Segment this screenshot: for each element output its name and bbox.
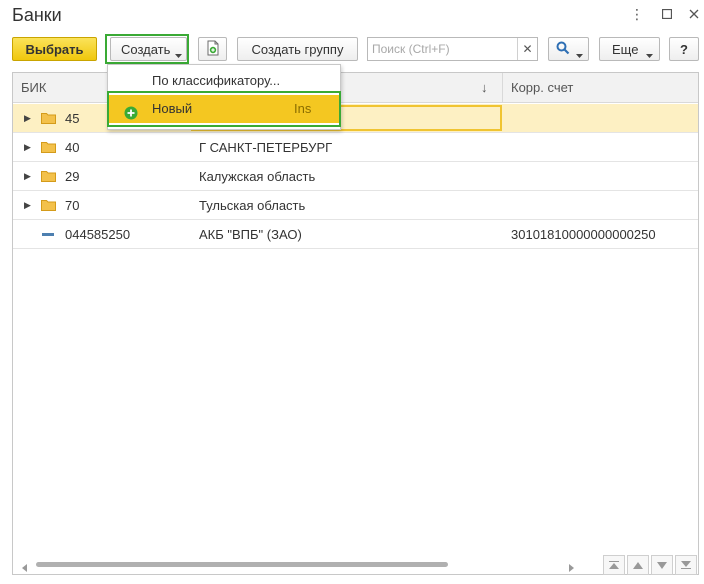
more-actions-icon[interactable]: ⋮ — [627, 4, 647, 24]
scroll-left-icon[interactable] — [22, 560, 27, 575]
cell-name: Калужская область — [199, 169, 316, 184]
horizontal-scrollbar-thumb[interactable] — [36, 562, 448, 567]
cell-name: Г САНКТ-ПЕТЕРБУРГ — [199, 140, 333, 155]
search-input[interactable] — [368, 38, 516, 60]
cell-bik: 29 — [65, 169, 80, 184]
search-field[interactable]: ✕ — [367, 37, 538, 61]
table-row[interactable]: ▶ 29 Калужская область — [13, 162, 698, 191]
folder-icon — [41, 141, 56, 156]
close-icon[interactable] — [684, 4, 704, 24]
cell-bik: 044585250 — [65, 227, 131, 242]
folder-icon — [41, 199, 56, 214]
go-first-button[interactable] — [603, 555, 625, 575]
select-button[interactable]: Выбрать — [12, 37, 97, 61]
create-button[interactable]: Создать — [110, 37, 187, 61]
expand-arrow-icon[interactable]: ▶ — [24, 162, 31, 191]
sort-indicator[interactable]: ↓ — [481, 73, 488, 103]
table-row[interactable]: 044585250 АКБ "ВПБ" (ЗАО) 30101810000000… — [13, 220, 698, 249]
expand-arrow-icon[interactable]: ▶ — [24, 133, 31, 162]
select-button-label: Выбрать — [25, 41, 84, 57]
column-header-corr-account[interactable]: Корр. счет — [511, 73, 573, 103]
arrow-down-icon — [657, 561, 667, 569]
folder-icon — [41, 112, 56, 127]
cell-name: АКБ "ВПБ" (ЗАО) — [199, 227, 302, 242]
page-down-button[interactable] — [651, 555, 673, 575]
copy-document-icon — [206, 40, 220, 59]
more-button-label: Еще — [612, 41, 639, 57]
column-header-bik[interactable]: БИК — [21, 73, 46, 103]
cell-bik: 40 — [65, 140, 80, 155]
search-options-button[interactable] — [548, 37, 589, 61]
menu-item-shortcut: Ins — [294, 101, 312, 116]
scroll-right-icon[interactable] — [569, 560, 574, 575]
more-button[interactable]: Еще — [599, 37, 660, 61]
help-button-label: ? — [680, 41, 688, 57]
arrow-up-icon — [633, 561, 643, 569]
expand-arrow-icon[interactable]: ▶ — [24, 191, 31, 220]
page-up-button[interactable] — [627, 555, 649, 575]
menu-item-label: По классификатору... — [152, 73, 281, 88]
help-button[interactable]: ? — [669, 37, 699, 61]
create-group-label: Создать группу — [251, 41, 344, 57]
copy-button[interactable] — [198, 37, 227, 61]
cell-bik: 70 — [65, 198, 80, 213]
folder-icon — [41, 170, 56, 185]
go-first-icon — [609, 561, 619, 569]
chevron-down-icon — [175, 47, 182, 62]
banks-table: БИК ↓ Корр. счет ▶ 45 ▶ 40 Г САНКТ-ПЕТЕР… — [12, 72, 699, 575]
chevron-down-icon — [576, 47, 583, 62]
go-last-button[interactable] — [675, 555, 697, 575]
column-divider[interactable] — [502, 73, 503, 103]
cell-bik: 45 — [65, 111, 80, 126]
expand-arrow-icon[interactable]: ▶ — [24, 104, 31, 133]
window-title: Банки — [12, 5, 62, 25]
cell-corr-account: 30101810000000000250 — [511, 227, 656, 242]
create-dropdown-menu: По классификатору... Новый Ins — [107, 64, 341, 130]
menu-item-new[interactable]: Новый Ins — [108, 95, 340, 123]
table-row[interactable]: ▶ 70 Тульская область — [13, 191, 698, 220]
create-group-button[interactable]: Создать группу — [237, 37, 358, 61]
cell-name: Тульская область — [199, 198, 306, 213]
add-circle-icon — [124, 102, 138, 130]
create-button-label: Создать — [121, 41, 171, 57]
go-last-icon — [681, 561, 691, 569]
menu-item-by-classifier[interactable]: По классификатору... — [108, 67, 340, 95]
list-item-icon — [42, 233, 54, 236]
menu-item-label: Новый — [152, 101, 193, 116]
chevron-down-icon — [646, 47, 653, 62]
table-row[interactable]: ▶ 40 Г САНКТ-ПЕТЕРБУРГ — [13, 133, 698, 162]
search-icon — [556, 41, 570, 58]
maximize-icon[interactable] — [657, 4, 677, 24]
clear-icon[interactable]: ✕ — [517, 38, 537, 60]
